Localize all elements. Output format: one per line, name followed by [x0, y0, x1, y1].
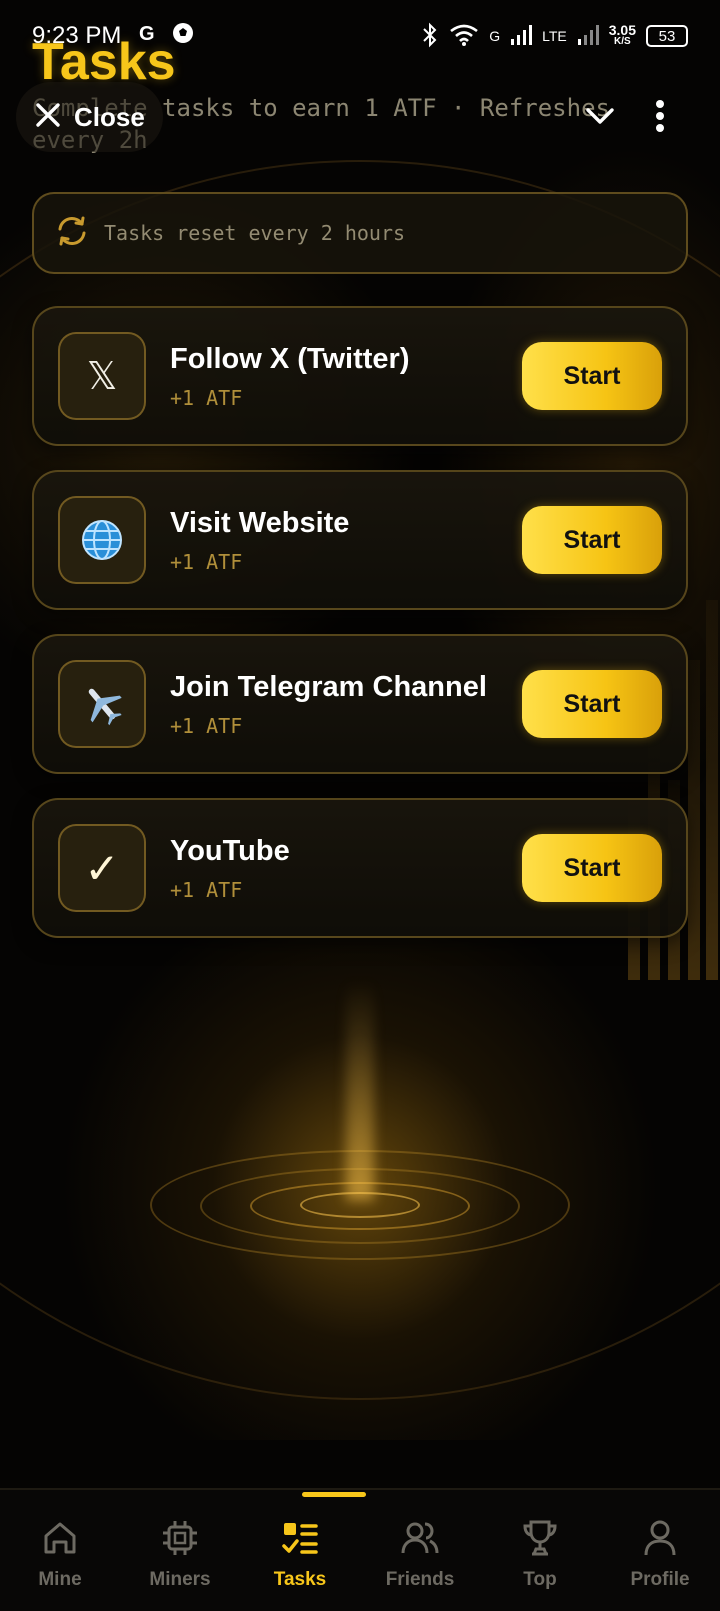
task-name: Follow X (Twitter): [170, 342, 410, 375]
nav-item-top[interactable]: Top: [480, 1490, 600, 1611]
start-button-youtube[interactable]: Start: [522, 834, 662, 902]
task-reward: +1 ATF: [170, 877, 243, 902]
airplane-icon: [58, 660, 146, 748]
task-reward: +1 ATF: [170, 713, 243, 738]
task-name: YouTube: [170, 834, 290, 867]
start-button-twitter[interactable]: Start: [522, 342, 662, 410]
status-bar: 9:23 PM G G LTE 3.05 K/S 53: [0, 0, 720, 72]
reset-info-banner: Tasks reset every 2 hours: [32, 192, 688, 274]
close-label: Close: [74, 101, 145, 132]
globe-icon: [58, 496, 146, 584]
bluetooth-icon: [421, 22, 439, 51]
close-icon: [34, 101, 62, 134]
nav-item-friends[interactable]: Friends: [360, 1490, 480, 1611]
chip-icon: [160, 1518, 200, 1563]
nav-label-top: Top: [523, 1569, 557, 1590]
start-button-telegram[interactable]: Start: [522, 670, 662, 738]
chevron-down-icon[interactable]: [580, 96, 620, 141]
task-name: Visit Website: [170, 506, 350, 539]
signal-icon: [510, 24, 533, 49]
active-tab-indicator: [302, 1492, 366, 1497]
network-type-lte: LTE: [542, 28, 567, 44]
task-list: 𝕏 Follow X (Twitter) +1 ATF Start Visit …: [32, 306, 688, 962]
nav-item-tasks[interactable]: Tasks: [240, 1490, 360, 1611]
wifi-icon: [449, 23, 479, 50]
task-name: Join Telegram Channel: [170, 670, 487, 703]
nav-label-miners: Miners: [149, 1569, 211, 1590]
nav-item-profile[interactable]: Profile: [600, 1490, 720, 1611]
nav-item-miners[interactable]: Miners: [120, 1490, 240, 1611]
close-button[interactable]: Close: [16, 82, 163, 152]
task-card-twitter: 𝕏 Follow X (Twitter) +1 ATF Start: [32, 306, 688, 446]
nav-label-tasks: Tasks: [273, 1569, 327, 1590]
task-list-icon: [280, 1518, 320, 1563]
status-time: 9:23 PM: [32, 22, 122, 49]
task-card-website: Visit Website +1 ATF Start: [32, 470, 688, 610]
checkmark-glyph: ✓: [84, 843, 120, 893]
task-reward: +1 ATF: [170, 385, 243, 410]
x-logo-icon: 𝕏: [58, 332, 146, 420]
data-speed-unit: K/S: [614, 36, 631, 47]
data-speed: 3.05 K/S: [608, 22, 636, 48]
task-reward: +1 ATF: [170, 549, 243, 574]
refresh-icon: [54, 213, 90, 254]
network-type-g: G: [489, 28, 501, 44]
user-icon: [640, 1518, 680, 1563]
airplane-graphic: [88, 688, 122, 726]
trophy-icon: [520, 1518, 560, 1563]
start-button-website[interactable]: Start: [522, 506, 662, 574]
svg-text:G: G: [139, 23, 155, 45]
battery-indicator: 53: [646, 25, 688, 47]
soccer-ball-icon: [171, 21, 195, 51]
nav-label-mine: Mine: [38, 1569, 82, 1590]
task-card-telegram: Join Telegram Channel +1 ATF Start: [32, 634, 688, 774]
globe-graphic: [82, 520, 122, 560]
more-options-icon[interactable]: [654, 96, 666, 141]
nav-label-profile: Profile: [630, 1569, 690, 1590]
nav-label-friends: Friends: [385, 1569, 455, 1590]
task-card-youtube: ✓ YouTube +1 ATF Start: [32, 798, 688, 938]
home-icon: [40, 1518, 80, 1563]
checkmark-icon: ✓: [58, 824, 146, 912]
users-icon: [400, 1518, 440, 1563]
x-logo-glyph: 𝕏: [86, 354, 118, 398]
signal-icon-2: [577, 24, 599, 49]
data-speed-value: 3.05: [608, 22, 636, 38]
nav-item-mine[interactable]: Mine: [0, 1490, 120, 1611]
reset-info-text: Tasks reset every 2 hours: [104, 221, 406, 245]
bottom-nav: Mine Miners Tasks Friends Top Profile: [0, 1488, 720, 1611]
app-notification-icon: G: [135, 20, 161, 52]
